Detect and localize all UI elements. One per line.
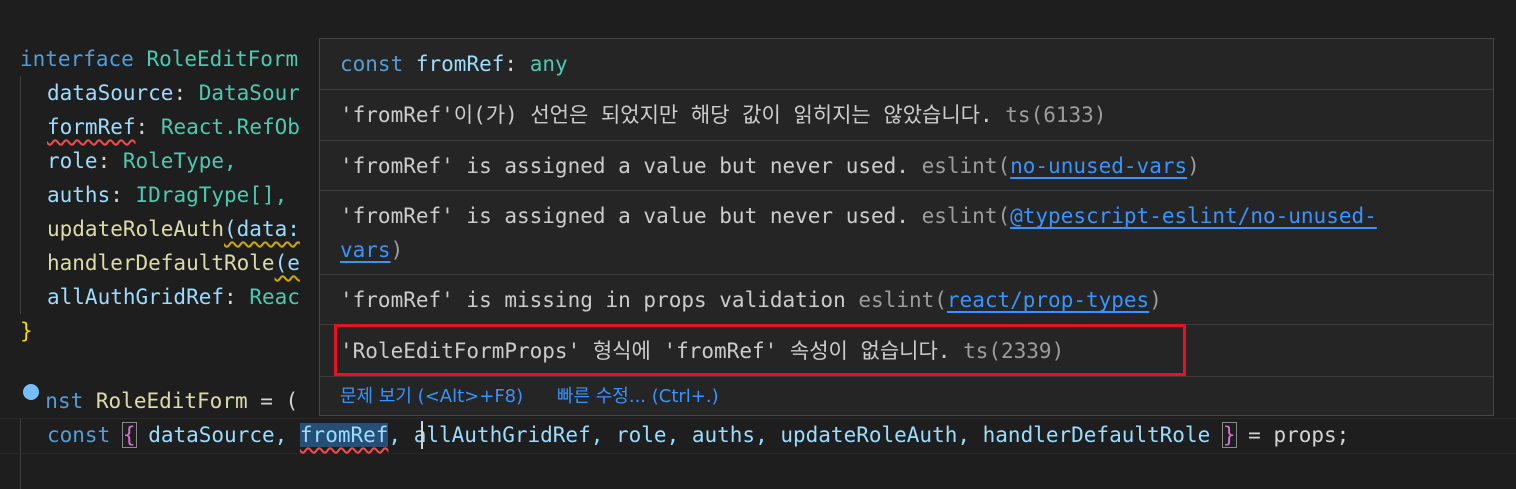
code-line[interactable]: dataSource: DataSour — [20, 76, 300, 110]
view-problem-button[interactable]: 문제 보기 (<Alt>+F8) — [340, 386, 523, 407]
code-line[interactable]: allAuthGridRef: Reac — [20, 280, 300, 314]
code-line[interactable]: updateRoleAuth(data: — [20, 212, 300, 246]
code-line[interactable]: interface RoleEditForm — [20, 42, 298, 76]
diagnostic-message: 'fromRef' is assigned a value but never … — [320, 191, 1493, 275]
diagnostic-message: 'fromRef' is missing in props validation… — [320, 275, 1493, 325]
text-cursor — [421, 421, 423, 449]
rule-link[interactable]: vars — [340, 238, 391, 262]
rule-link[interactable]: react/prop-types — [947, 288, 1149, 312]
code-line[interactable]: auths: IDragType[], — [20, 178, 287, 212]
quick-fix-button[interactable]: 빠른 수정... (Ctrl+.) — [557, 386, 719, 407]
hover-actions: 문제 보기 (<Alt>+F8) 빠른 수정... (Ctrl+.) — [320, 377, 1493, 417]
code-line[interactable]: formRef: React.RefOb — [20, 110, 300, 144]
hover-signature: const fromRef: any — [320, 39, 1493, 90]
code-line[interactable]: } — [20, 314, 33, 348]
fromref-token[interactable]: fromRef — [299, 423, 389, 447]
diagnostic-message: 'fromRef'이(가) 선언은 되었지만 해당 값이 읽히지는 않았습니다.… — [320, 90, 1493, 141]
diagnostic-message: 'fromRef' is assigned a value but never … — [320, 141, 1493, 191]
rule-link[interactable]: no-unused-vars — [1010, 154, 1187, 178]
annotation-highlight-box — [334, 324, 1186, 376]
code-line[interactable]: const { dataSource, fromRef, allAuthGrid… — [20, 418, 1349, 452]
lightbulb-icon[interactable] — [23, 384, 39, 400]
code-line[interactable]: handlerDefaultRole(e — [20, 246, 300, 280]
code-line[interactable]: nst RoleEditForm = ( — [20, 384, 298, 418]
rule-link[interactable]: @typescript-eslint/no-unused- — [1010, 204, 1377, 228]
code-line[interactable]: role: RoleType, — [20, 144, 237, 178]
